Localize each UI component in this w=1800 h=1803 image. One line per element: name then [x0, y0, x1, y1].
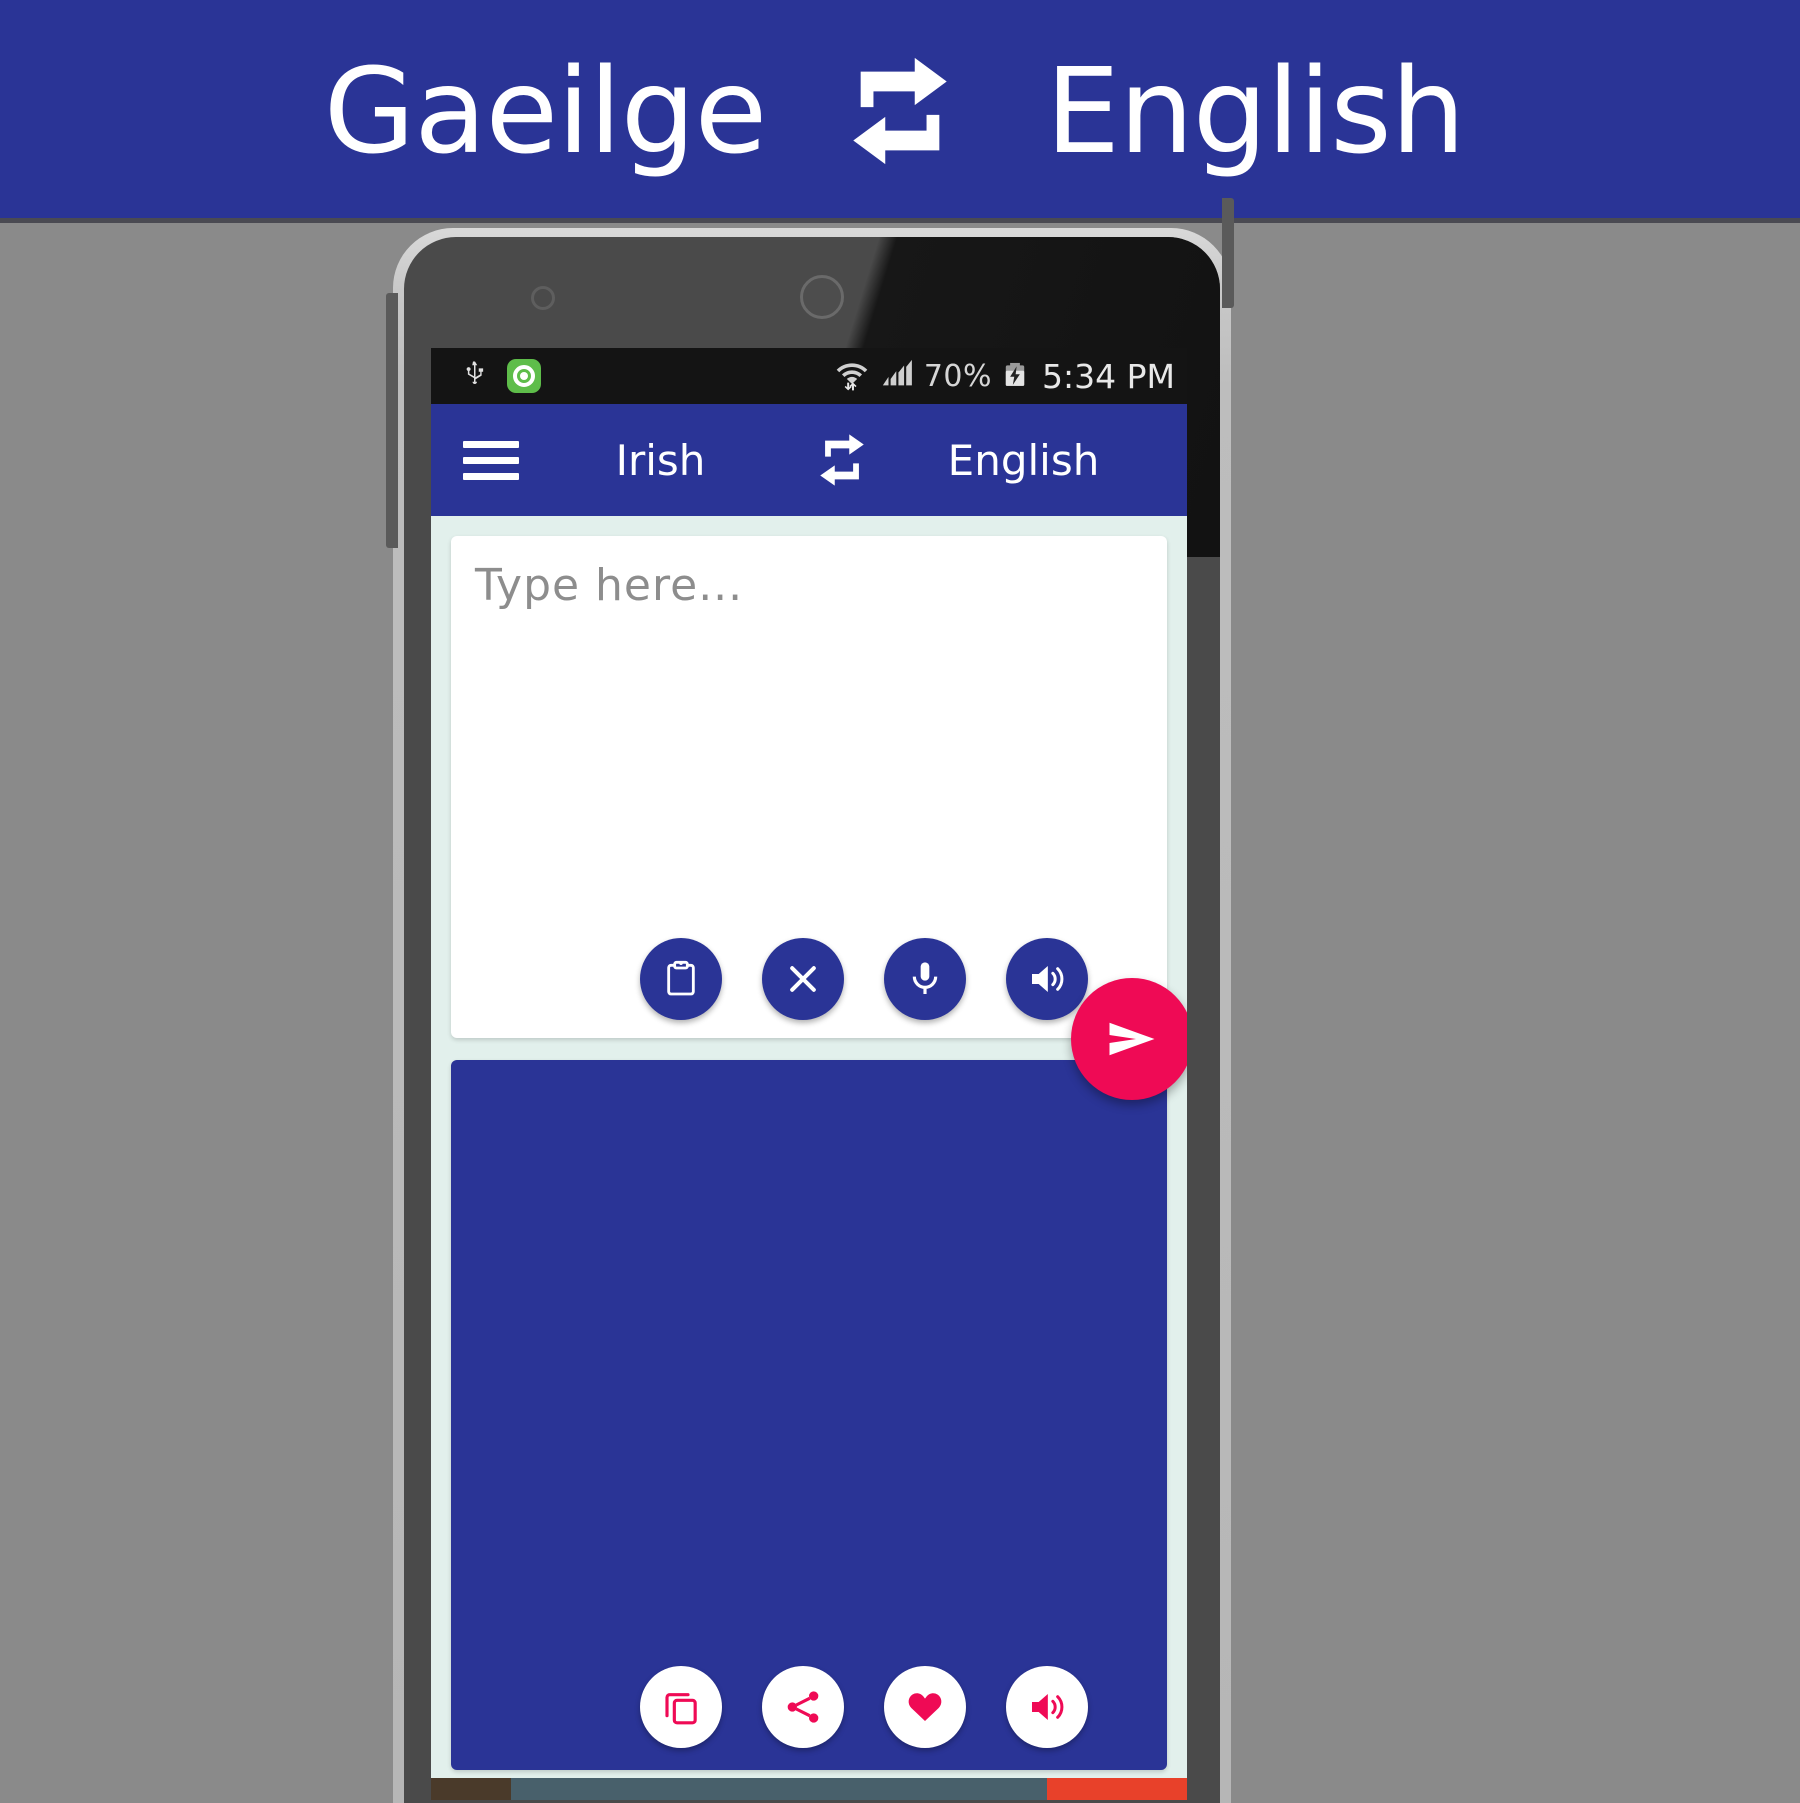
copy-button[interactable]	[640, 1666, 722, 1748]
battery-charging-icon	[1002, 357, 1028, 395]
promo-source-language: Gaeilge	[323, 42, 767, 180]
promo-banner: Gaeilge English	[0, 0, 1800, 222]
banner-divider	[0, 218, 1800, 223]
favorite-button[interactable]	[884, 1666, 966, 1748]
speak-result-button[interactable]	[1006, 1666, 1088, 1748]
source-text-input[interactable]: Type here...	[475, 560, 743, 611]
wifi-icon	[834, 357, 870, 395]
phone-power-button	[1222, 198, 1234, 308]
translator-content: Type here...	[431, 516, 1187, 1800]
promo-target-language: English	[1045, 42, 1465, 180]
phone-volume-button	[386, 293, 398, 548]
ad-banner[interactable]	[431, 1778, 1187, 1800]
status-bar: 70% 5:34 PM	[431, 348, 1187, 404]
status-bar-left	[459, 357, 541, 395]
voice-input-button[interactable]	[884, 938, 966, 1020]
status-bar-clock: 5:34 PM	[1042, 356, 1175, 396]
status-bar-right: 70% 5:34 PM	[834, 357, 1175, 396]
input-action-bar	[451, 938, 1167, 1020]
output-card[interactable]	[451, 1060, 1167, 1770]
share-button[interactable]	[762, 1666, 844, 1748]
phone-screen: 70% 5:34 PM Irish English Type here...	[431, 348, 1187, 1800]
green-target-app-icon	[507, 359, 541, 393]
clear-button[interactable]	[762, 938, 844, 1020]
battery-percent-label: 70%	[923, 358, 993, 394]
output-action-bar	[451, 1666, 1167, 1748]
promo-swap-icon	[825, 52, 975, 170]
ad-thumbnail	[431, 1778, 511, 1800]
hamburger-menu-icon[interactable]	[463, 440, 519, 480]
front-camera-icon	[531, 286, 555, 310]
translate-send-button[interactable]	[1071, 978, 1187, 1100]
paste-button[interactable]	[640, 938, 722, 1020]
target-language-selector[interactable]: English	[882, 436, 1165, 485]
usb-icon	[459, 357, 489, 395]
source-language-selector[interactable]: Irish	[519, 436, 802, 485]
input-card[interactable]: Type here...	[451, 536, 1167, 1038]
swap-languages-icon[interactable]	[802, 431, 882, 489]
speak-source-button[interactable]	[1006, 938, 1088, 1020]
ad-cta-button[interactable]	[1047, 1778, 1187, 1800]
cellular-signal-icon	[880, 357, 914, 395]
app-toolbar: Irish English	[431, 404, 1187, 516]
earpiece-sensor	[800, 275, 844, 319]
